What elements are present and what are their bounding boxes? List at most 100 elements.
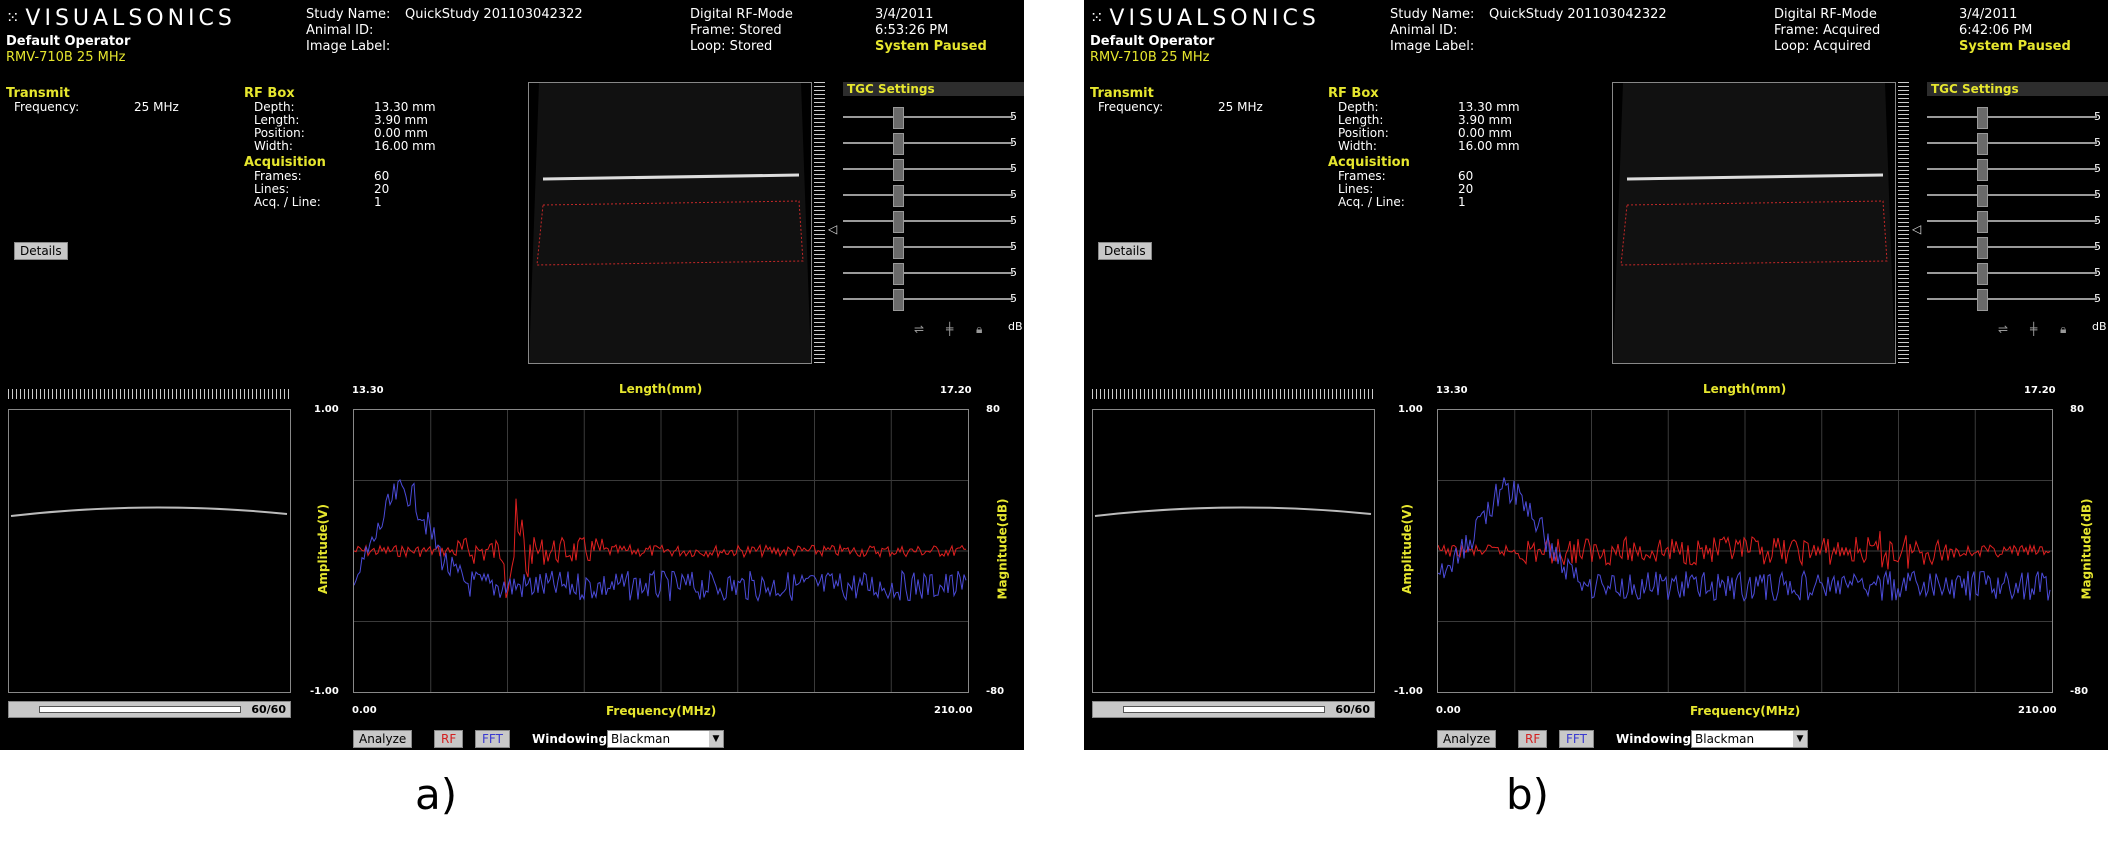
amplitude-axis-title: Amplitude(V) xyxy=(315,504,330,594)
tgc-reset-icon[interactable]: ⇌ xyxy=(914,322,924,336)
operator-label: Default Operator xyxy=(6,34,131,49)
system-status: System Paused xyxy=(1959,39,2071,54)
tgc-knob[interactable] xyxy=(893,263,904,285)
tgc-lock-icon[interactable]: 🔒︎ xyxy=(976,322,982,337)
tgc-slider-8[interactable] xyxy=(843,289,1013,311)
depth-ruler xyxy=(1898,82,1909,364)
bmode-image-viewport[interactable] xyxy=(1612,82,1896,364)
tgc-slider-6[interactable] xyxy=(1927,237,2097,259)
tgc-link-icon[interactable]: ╪ xyxy=(2030,322,2037,336)
tgc-value-2: 5 xyxy=(1010,136,1017,149)
mode-label: Digital RF-Mode xyxy=(1774,7,1877,22)
tgc-knob[interactable] xyxy=(893,289,904,311)
windowing-label: Windowing xyxy=(532,732,608,746)
tgc-knob[interactable] xyxy=(893,107,904,129)
tgc-slider-3[interactable] xyxy=(1927,159,2097,181)
tgc-slider-7[interactable] xyxy=(843,263,1013,285)
tgc-slider-5[interactable] xyxy=(843,211,1013,233)
tgc-knob[interactable] xyxy=(1977,185,1988,207)
tgc-slider-2[interactable] xyxy=(843,133,1013,155)
magnitude-axis-title: Magnitude(dB) xyxy=(995,498,1010,600)
overview-image-viewport[interactable] xyxy=(8,409,291,693)
acq-line-label: Acq. / Line: xyxy=(254,195,321,209)
fft-trace xyxy=(354,479,967,602)
overview-tissue xyxy=(11,507,287,582)
tgc-unit-label: dB xyxy=(2092,320,2107,333)
rf-fft-plot[interactable] xyxy=(1437,409,2053,693)
position-label: Position: xyxy=(254,126,305,140)
rf-trace xyxy=(354,498,966,599)
tgc-knob[interactable] xyxy=(1977,107,1988,129)
study-name-label: Study Name: xyxy=(1390,7,1475,22)
logo-mark-icon: ⁙ xyxy=(6,8,20,27)
tgc-slider-1[interactable] xyxy=(843,107,1013,129)
date-label: 3/4/2011 xyxy=(1959,7,2018,22)
frame-progress[interactable]: 60/60 xyxy=(1092,701,1375,718)
amplitude-axis-max: 1.00 xyxy=(1398,404,1423,415)
analyze-button[interactable]: Analyze xyxy=(1437,730,1497,748)
magnitude-axis-min: -80 xyxy=(986,686,1005,697)
tgc-slider-3[interactable] xyxy=(843,159,1013,181)
length-axis-title: Length(mm) xyxy=(1703,382,1787,396)
panel-a: ⁙ VISUALSONICS Default Operator RMV-710B … xyxy=(0,0,1024,750)
length-axis-title: Length(mm) xyxy=(619,382,703,396)
details-button[interactable]: Details xyxy=(14,242,68,260)
frame-progress[interactable]: 60/60 xyxy=(8,701,291,718)
tgc-value-6: 5 xyxy=(1010,240,1017,253)
tgc-knob[interactable] xyxy=(893,159,904,181)
tgc-knob[interactable] xyxy=(1977,133,1988,155)
brand-logo: ⁙ VISUALSONICS xyxy=(6,6,236,31)
fft-toggle-button[interactable]: FFT xyxy=(1559,730,1594,748)
tgc-value-4: 5 xyxy=(1010,188,1017,201)
loop-status: Loop: Stored xyxy=(690,39,773,54)
rf-toggle-button[interactable]: RF xyxy=(1518,730,1548,748)
tgc-slider-4[interactable] xyxy=(1927,185,2097,207)
tgc-slider-1[interactable] xyxy=(1927,107,2097,129)
tgc-knob[interactable] xyxy=(1977,263,1988,285)
tgc-value-3: 5 xyxy=(2094,162,2101,175)
tgc-knob[interactable] xyxy=(1977,159,1988,181)
study-name-value: QuickStudy 201103042322 xyxy=(405,7,583,22)
tgc-slider-8[interactable] xyxy=(1927,289,2097,311)
tgc-slider-4[interactable] xyxy=(843,185,1013,207)
tgc-value-8: 5 xyxy=(1010,292,1017,305)
tgc-link-icon[interactable]: ╪ xyxy=(946,322,953,336)
tgc-unit-label: dB xyxy=(1008,320,1023,333)
tgc-knob[interactable] xyxy=(1977,237,1988,259)
tgc-reset-icon[interactable]: ⇌ xyxy=(1998,322,2008,336)
windowing-select[interactable]: Blackman ▼ xyxy=(1691,730,1808,748)
tgc-knob[interactable] xyxy=(893,237,904,259)
frame-progress-track[interactable] xyxy=(39,706,241,713)
length-axis-min: 13.30 xyxy=(352,385,384,396)
windowing-select[interactable]: Blackman ▼ xyxy=(607,730,724,748)
tgc-slider-2[interactable] xyxy=(1927,133,2097,155)
tgc-knob[interactable] xyxy=(893,133,904,155)
tgc-slider-6[interactable] xyxy=(843,237,1013,259)
time-label: 6:53:26 PM xyxy=(875,23,949,38)
rf-fft-plot[interactable] xyxy=(353,409,969,693)
tgc-value-3: 5 xyxy=(1010,162,1017,175)
probe-label: RMV-710B 25 MHz xyxy=(1090,50,1210,65)
bmode-image-viewport[interactable] xyxy=(528,82,812,364)
frequency-axis-min: 0.00 xyxy=(352,705,377,716)
sector-shape xyxy=(1613,83,1895,363)
tgc-lock-icon[interactable]: 🔒︎ xyxy=(2060,322,2066,337)
details-button[interactable]: Details xyxy=(1098,242,1152,260)
frame-progress-track[interactable] xyxy=(1123,706,1325,713)
frame-counter: 60/60 xyxy=(1335,703,1370,716)
rf-toggle-button[interactable]: RF xyxy=(434,730,464,748)
tgc-knob[interactable] xyxy=(893,211,904,233)
tgc-slider-7[interactable] xyxy=(1927,263,2097,285)
overview-image-viewport[interactable] xyxy=(1092,409,1375,693)
lines-value: 20 xyxy=(374,182,390,196)
acq-line-value: 1 xyxy=(1458,195,1466,209)
analyze-button[interactable]: Analyze xyxy=(353,730,413,748)
amplitude-axis-min: -1.00 xyxy=(310,686,339,697)
fft-toggle-button[interactable]: FFT xyxy=(475,730,510,748)
tgc-slider-5[interactable] xyxy=(1927,211,2097,233)
tgc-knob[interactable] xyxy=(1977,289,1988,311)
tgc-knob[interactable] xyxy=(1977,211,1988,233)
tgc-knob[interactable] xyxy=(893,185,904,207)
logo-mark-icon: ⁙ xyxy=(1090,8,1104,27)
brand-text: VISUALSONICS xyxy=(1109,6,1320,31)
